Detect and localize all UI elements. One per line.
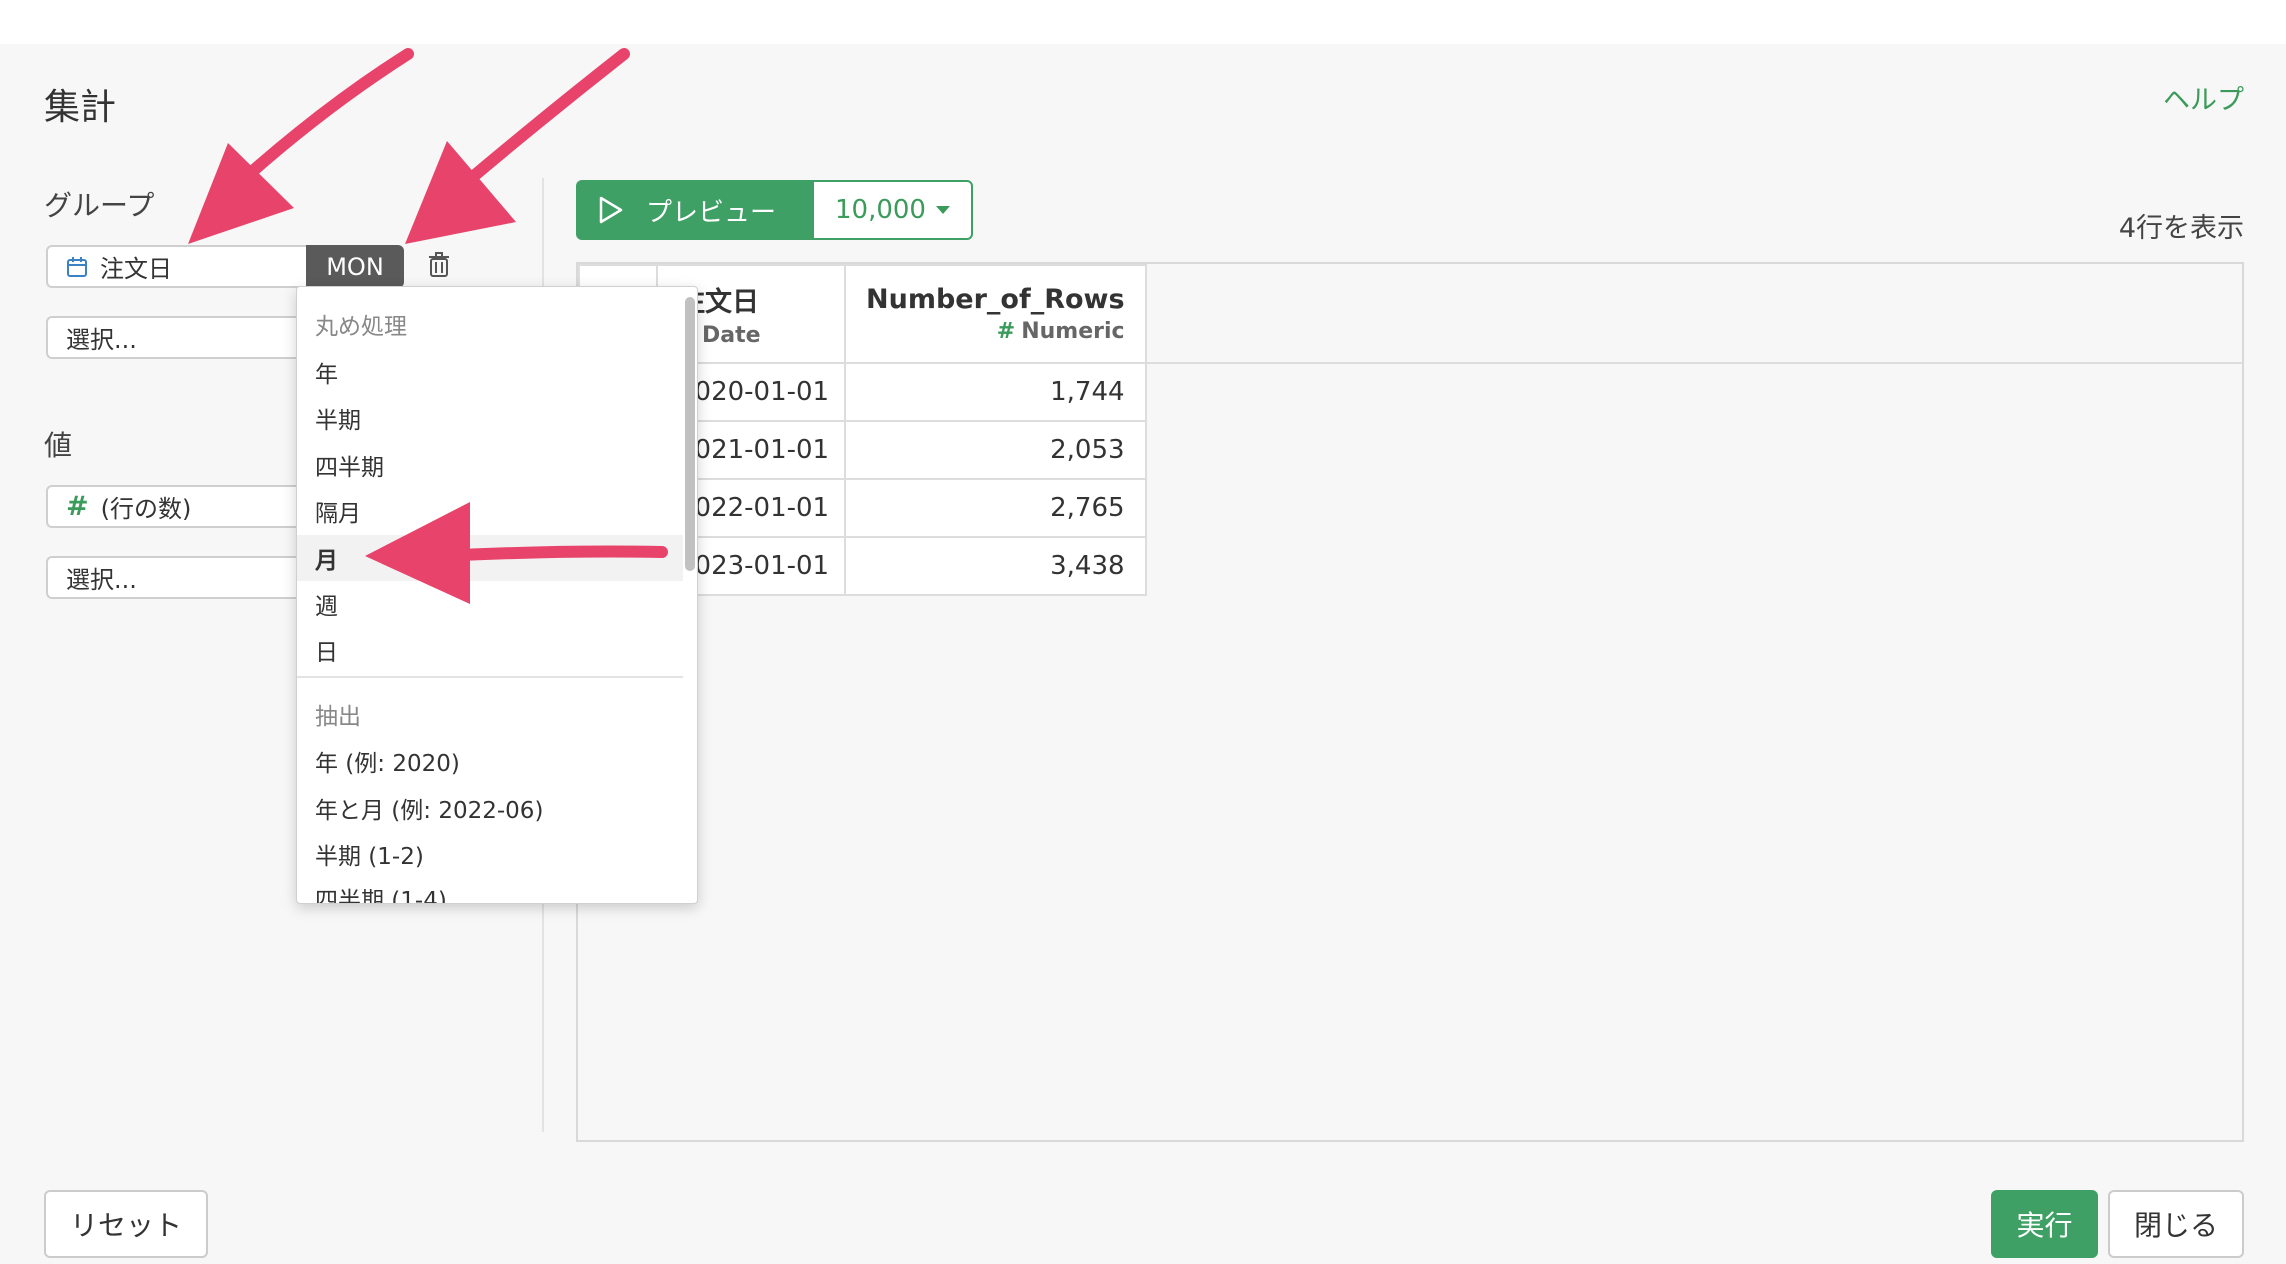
close-button[interactable]: 閉じる	[2108, 1190, 2244, 1258]
menu-item-extract-year[interactable]: 年 (例: 2020)	[297, 738, 683, 784]
extract-header: 抽出	[315, 704, 361, 730]
menu-item-month[interactable]: 月	[297, 535, 683, 581]
column-header-number-of-rows[interactable]: Number_of_Rows # Numeric	[844, 264, 1147, 364]
menu-item-bimonth[interactable]: 隔月	[297, 488, 683, 534]
value-field-label: (行の数)	[100, 495, 192, 523]
menu-item-extract-year-month[interactable]: 年と月 (例: 2022-06)	[297, 785, 683, 831]
dialog-title: 集計	[44, 87, 117, 128]
reset-button[interactable]: リセット	[44, 1190, 208, 1258]
menu-item-week[interactable]: 週	[297, 581, 683, 627]
menu-item-day[interactable]: 日	[297, 627, 683, 673]
column-title: Number_of_Rows	[866, 284, 1125, 315]
group-select-input[interactable]: 選択...	[46, 316, 316, 359]
value-field-row-count[interactable]: # (行の数)	[46, 485, 316, 528]
values-select-input[interactable]: 選択...	[46, 556, 316, 599]
column-type: Numeric	[1021, 319, 1125, 344]
help-link[interactable]: ヘルプ	[2163, 78, 2244, 117]
row-limit-value: 10,000	[835, 195, 926, 225]
menu-item-extract-quarter[interactable]: 四半期 (1-4)	[297, 875, 683, 903]
values-select-placeholder: 選択...	[66, 566, 137, 594]
menu-item-extract-half[interactable]: 半期 (1-2)	[297, 831, 683, 877]
count-cell: 1,744	[844, 362, 1147, 422]
group-field-order-date[interactable]: 注文日	[46, 245, 308, 288]
numeric-hash-icon: #	[66, 491, 89, 522]
preview-button[interactable]: プレビュー	[576, 180, 812, 240]
rounding-header: 丸め処理	[315, 314, 407, 340]
group-select-placeholder: 選択...	[66, 326, 137, 354]
group-section-label: グループ	[44, 189, 155, 222]
run-button[interactable]: 実行	[1991, 1190, 2098, 1258]
values-section-label: 値	[44, 429, 73, 462]
menu-divider	[297, 676, 683, 678]
row-count-text: 4行を表示	[2118, 213, 2244, 244]
count-cell: 2,053	[844, 420, 1147, 480]
rounding-dropdown-menu: 丸め処理 年 半期 四半期 隔月 月 週 日 抽出 年 (例: 2020) 年と…	[296, 286, 698, 904]
menu-item-year[interactable]: 年	[297, 349, 683, 395]
group-field-label: 注文日	[100, 255, 172, 283]
trash-icon[interactable]	[422, 248, 456, 282]
column-type: Date	[702, 323, 761, 348]
preview-grid: 注文日 Date Number_of_Rows # Numeric 2020-0…	[576, 262, 2244, 1142]
count-cell: 3,438	[844, 536, 1147, 596]
menu-item-quarter[interactable]: 四半期	[297, 442, 683, 488]
rounding-type-button[interactable]: MON	[306, 245, 404, 288]
menu-item-half-year[interactable]: 半期	[297, 395, 683, 441]
preview-button-label: プレビュー	[646, 197, 777, 228]
calendar-icon	[66, 256, 88, 278]
count-cell: 2,765	[844, 478, 1147, 538]
numeric-hash-icon: #	[996, 319, 1016, 344]
caret-down-icon	[935, 206, 950, 214]
row-limit-dropdown[interactable]: 10,000	[812, 180, 973, 240]
dropdown-scrollbar[interactable]	[685, 297, 695, 571]
play-icon	[598, 196, 624, 224]
